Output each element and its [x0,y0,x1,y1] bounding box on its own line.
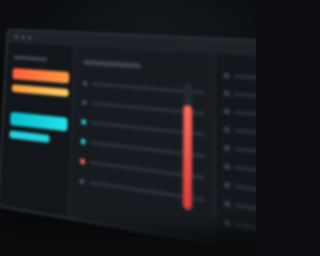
foreground-shadow [0,216,256,256]
window-control-icon[interactable] [21,35,25,40]
right-list-row[interactable] [223,104,256,123]
middle-list-panel [68,46,215,244]
window-control-icon[interactable] [14,35,18,39]
list-item-icon [223,72,230,78]
right-list-row[interactable] [224,141,256,162]
vertical-gauge[interactable] [182,82,193,211]
row-text-placeholder [233,91,256,100]
row-text-placeholder [233,74,256,82]
left-panel-heading [13,55,48,62]
middle-panel-heading [83,59,141,69]
row-text-placeholder [234,128,256,138]
row-text-placeholder [233,110,256,119]
teal-status-icon [80,138,86,144]
teal-status-icon [81,118,87,125]
list-item-icon [82,80,88,86]
list-item-icon [223,126,230,133]
left-chart-panel [0,42,75,218]
right-list-row[interactable] [223,122,256,142]
row-text-placeholder [234,184,256,196]
row-text-placeholder [234,146,256,157]
list-item-icon [79,178,85,184]
list-item-icon [224,181,231,188]
right-list-row[interactable] [223,69,256,86]
red-data-band[interactable] [12,68,70,84]
list-item-icon [223,108,230,114]
cyan-data-band[interactable] [9,130,50,143]
red-status-icon [80,158,85,164]
orange-data-band[interactable] [11,84,69,97]
band-spacer [11,97,68,112]
teal-data-band[interactable] [10,111,68,132]
list-item-icon [224,144,230,151]
list-item-icon [224,200,231,207]
row-text-placeholder [234,165,256,176]
list-item-icon [82,99,87,105]
list-item-icon [223,90,230,96]
window-control-icon[interactable] [27,35,32,40]
scene [0,0,256,256]
gauge-fill [182,104,193,211]
list-item-icon [224,162,230,170]
right-list-row[interactable] [223,86,256,104]
row-text-placeholder [234,203,256,216]
